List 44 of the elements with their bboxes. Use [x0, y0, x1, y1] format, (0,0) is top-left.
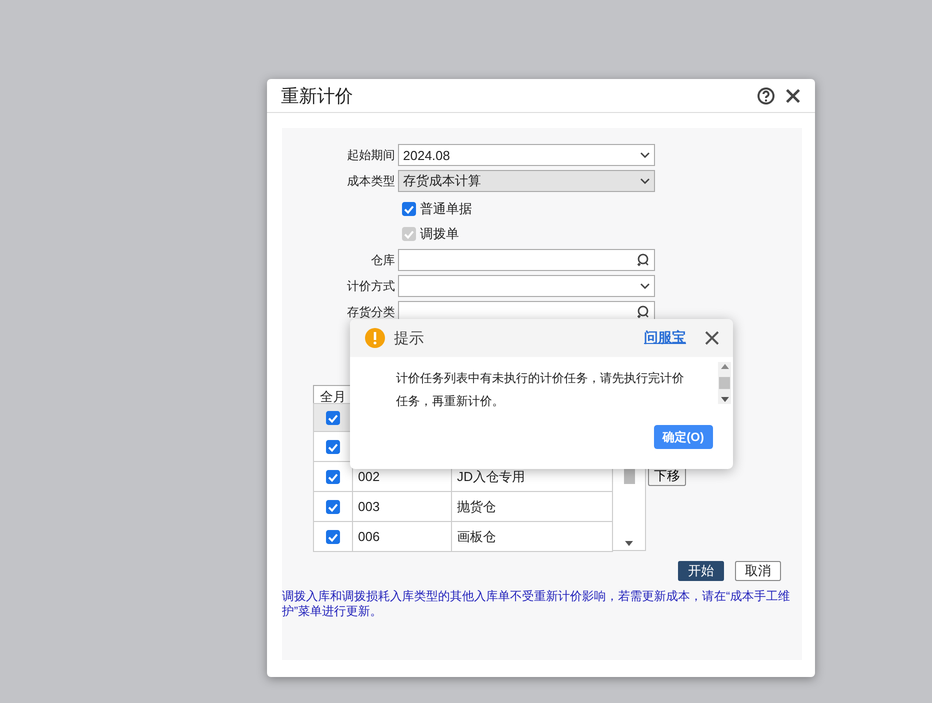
dropdown-icon[interactable]: [640, 283, 650, 289]
select-field[interactable]: 2024.08: [398, 144, 655, 166]
dropdown-icon[interactable]: [640, 152, 650, 158]
search-icon[interactable]: [636, 305, 650, 319]
scroll-down-icon[interactable]: [720, 397, 728, 402]
lookup-field[interactable]: [398, 249, 655, 271]
close-icon[interactable]: [705, 331, 719, 345]
field-label: 仓库: [370, 253, 395, 267]
field-label: 存货分类: [346, 305, 395, 319]
scroll-thumb[interactable]: [719, 377, 730, 389]
scroll-up-icon[interactable]: [720, 364, 728, 369]
checkbox[interactable]: [402, 202, 416, 216]
field-label: 起始期间: [346, 148, 395, 162]
checkbox[interactable]: [326, 470, 340, 484]
field-label: 计价方式: [346, 279, 395, 293]
table-cell: 003: [358, 499, 380, 514]
checkbox[interactable]: [326, 530, 340, 544]
checkbox[interactable]: [326, 410, 340, 424]
warning-icon: [365, 328, 385, 348]
scrollbar[interactable]: [718, 362, 731, 404]
table-cell: JD入仓专用: [457, 468, 525, 484]
checkbox-label: 调拨单: [420, 225, 459, 243]
start-button[interactable]: 开始: [678, 561, 724, 581]
table-cell: 002: [358, 469, 380, 484]
search-icon[interactable]: [636, 253, 650, 267]
checkbox[interactable]: [326, 440, 340, 454]
dropdown-icon[interactable]: [640, 178, 650, 184]
window-title: 重新计价: [281, 84, 354, 108]
select-field[interactable]: [398, 275, 655, 297]
message-text: 计价任务列表中有未执行的计价任务，请先执行完计价任务，再重新计价。: [396, 370, 685, 410]
close-icon[interactable]: [785, 88, 801, 104]
note-text: 调拨入库和调拨损耗入库类型的其他入库单不受重新计价影响，若需更新成本，请在“成本手工维护”菜单进行更新。: [282, 589, 791, 619]
checkbox-label: 普通单据: [420, 200, 472, 218]
table-cell: 画板仓: [457, 528, 496, 544]
checkbox[interactable]: [326, 500, 340, 514]
field-label: 成本类型: [346, 174, 395, 188]
select-field[interactable]: 存货成本计算: [398, 170, 655, 192]
table-cell: 006: [358, 529, 380, 544]
help-icon[interactable]: [757, 86, 775, 104]
popup-title: 提示: [394, 328, 425, 348]
help-link[interactable]: 问服宝: [644, 329, 686, 347]
table-cell: 抛货仓: [457, 498, 496, 514]
scroll-down-icon[interactable]: [625, 541, 633, 546]
cancel-button[interactable]: 取消: [735, 561, 781, 581]
